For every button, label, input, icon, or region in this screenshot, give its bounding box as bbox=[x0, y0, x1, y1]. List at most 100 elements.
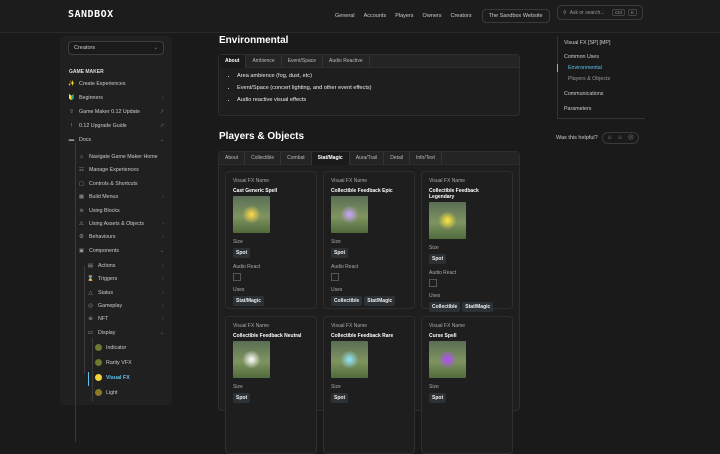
search-input[interactable]: ⚲ Ask or search... Ctrl K bbox=[557, 5, 643, 20]
name-label: Visual FX Name bbox=[429, 323, 466, 329]
component-item-1[interactable]: ⌛ Triggers › bbox=[87, 273, 166, 285]
docs-item-0-icon: ⌂ bbox=[79, 154, 84, 160]
nav-accounts[interactable]: Accounts bbox=[364, 10, 387, 22]
frown-icon[interactable]: ☹ bbox=[628, 135, 634, 141]
size-tag: Spot bbox=[331, 248, 349, 258]
tab-info-text[interactable]: Info/Text bbox=[410, 151, 442, 165]
size-tag: Spot bbox=[429, 393, 447, 403]
display-item-0[interactable]: Indicator bbox=[95, 342, 166, 354]
display-item-3[interactable]: Light bbox=[95, 387, 166, 399]
display-item-1[interactable]: Rarity VFX bbox=[95, 357, 166, 369]
sidebar-item-label: Docs bbox=[79, 137, 92, 143]
sidebar-item-1-icon: 🔰 bbox=[68, 95, 75, 101]
chevron-right-icon: › bbox=[162, 221, 164, 227]
vfx-thumbnail bbox=[331, 196, 368, 233]
kbd-ctrl: Ctrl bbox=[611, 9, 625, 16]
vfx-thumbnail bbox=[429, 341, 466, 378]
tab-audio-reactive[interactable]: Audio Reactive bbox=[323, 54, 370, 68]
chevron-right-icon: › bbox=[162, 289, 164, 296]
toc-players-objects[interactable]: Players & Objects bbox=[568, 76, 610, 82]
chevron-right-icon: › bbox=[162, 263, 164, 269]
toc-common-uses[interactable]: Common Uses bbox=[564, 54, 599, 60]
sidebar-item-2[interactable]: ⇧ Game Maker 0.12 Update ↗ bbox=[68, 106, 166, 118]
docs-item-1[interactable]: ☷ Manage Experiences bbox=[78, 164, 166, 176]
sidebar-item-label: Triggers bbox=[98, 276, 118, 283]
tab-about[interactable]: About bbox=[219, 54, 247, 68]
toc-visual-fx[interactable]: Visual FX [SP] [MP] bbox=[564, 40, 610, 46]
component-item-4[interactable]: ⊕ NFT › bbox=[87, 313, 166, 325]
tab-event-space[interactable]: Event/Space bbox=[282, 54, 324, 68]
audio-react-checkbox[interactable] bbox=[331, 273, 339, 281]
tab-about[interactable]: About bbox=[219, 151, 246, 165]
chevron-right-icon: › bbox=[162, 276, 164, 283]
sidebar-item-label: Behaviours bbox=[89, 234, 116, 241]
neutral-icon[interactable]: ☺ bbox=[617, 135, 623, 141]
sidebar-item-0[interactable]: ✨ Create Experiences bbox=[68, 78, 166, 90]
sidebar-item-label: Using Blocks bbox=[89, 207, 120, 214]
audio-react-checkbox[interactable] bbox=[233, 273, 241, 281]
sandbox-website-button[interactable]: The Sandbox Website bbox=[481, 9, 550, 23]
vfx-thumbnail bbox=[233, 341, 270, 378]
nav-owners[interactable]: Owners bbox=[423, 10, 442, 22]
name-label: Visual FX Name bbox=[331, 178, 368, 184]
nav-creators[interactable]: Creators bbox=[451, 10, 472, 22]
component-item-2[interactable]: △ Status › bbox=[87, 287, 166, 299]
search-placeholder: Ask or search... bbox=[569, 9, 605, 16]
component-item-5[interactable]: ▭ Display ⌄ bbox=[87, 327, 166, 339]
docs-item-2[interactable]: ▢ Controls & Shortcuts bbox=[78, 178, 166, 190]
sandbox-logo[interactable]: SANDBOX bbox=[68, 9, 114, 20]
tree-line bbox=[75, 142, 76, 442]
environmental-tabs: AboutAmbienceEvent/SpaceAudio Reactive A… bbox=[218, 54, 520, 116]
vfx-thumbnail bbox=[233, 196, 270, 233]
docs-item-2-icon: ▢ bbox=[78, 180, 85, 187]
uses-tag: Stat/Magic bbox=[462, 302, 494, 312]
tree-line bbox=[92, 338, 93, 402]
docs-item-6-icon: ⚙ bbox=[79, 234, 84, 241]
nav-general[interactable]: General bbox=[335, 10, 355, 22]
component-item-3[interactable]: ◎ Gameplay › bbox=[87, 300, 166, 312]
audio-react-checkbox[interactable] bbox=[429, 279, 437, 287]
chevron-down-icon: ⌄ bbox=[159, 247, 164, 254]
feedback-widget: Was this helpful? ☺ ☺ ☹ bbox=[556, 132, 639, 144]
docs-item-6[interactable]: ⚙ Behaviours › bbox=[78, 231, 166, 243]
uses-tag: Stat/Magic bbox=[233, 296, 265, 306]
toc-environmental[interactable]: Environmental bbox=[568, 65, 602, 71]
sidebar-item-4[interactable]: ▬ Docs ⌄ bbox=[68, 134, 166, 146]
docs-item-4[interactable]: ≋ Using Blocks bbox=[78, 205, 166, 217]
vfx-name: Collectible Feedback Epic bbox=[331, 188, 393, 194]
component-item-2-icon: △ bbox=[88, 289, 93, 296]
docs-item-3[interactable]: ▦ Build Menus › bbox=[78, 191, 166, 203]
display-item-2[interactable]: Visual FX bbox=[95, 372, 166, 384]
tab-stat-magic[interactable]: Stat/Magic bbox=[311, 151, 350, 165]
size-label: Size bbox=[429, 245, 439, 251]
select-value: Creators bbox=[74, 45, 96, 51]
tab-combat[interactable]: Combat bbox=[281, 151, 312, 165]
sidebar-item-label: Display bbox=[98, 329, 116, 336]
docs-item-5[interactable]: ⚠ Using Assets & Objects › bbox=[78, 218, 166, 230]
tab-collectible[interactable]: Collectible bbox=[245, 151, 282, 165]
component-item-0[interactable]: ▤ Actions › bbox=[87, 260, 166, 272]
sidebar-item-3[interactable]: ! 0.12 Upgrade Guide ↗ bbox=[68, 120, 166, 132]
top-nav: General Accounts Players Owners Creators… bbox=[335, 9, 550, 23]
tab-aura-trail[interactable]: Aura/Trail bbox=[350, 151, 385, 165]
sidebar-item-label: Game Maker 0.12 Update bbox=[79, 109, 140, 115]
chevron-down-icon: ⌄ bbox=[159, 137, 164, 143]
docs-item-1-icon: ☷ bbox=[79, 167, 84, 174]
nav-players[interactable]: Players bbox=[395, 10, 413, 22]
sidebar-item-1[interactable]: 🔰 Beginners › bbox=[68, 92, 166, 104]
toc-parameters[interactable]: Parameters bbox=[564, 106, 591, 112]
smile-icon[interactable]: ☺ bbox=[607, 135, 613, 141]
display-item-3-icon bbox=[95, 388, 102, 398]
tab-ambience[interactable]: Ambience bbox=[246, 54, 282, 68]
docs-item-7[interactable]: ▣ Components ⌄ bbox=[78, 245, 166, 257]
toc-communications[interactable]: Communications bbox=[564, 91, 603, 97]
tab-detail[interactable]: Detail bbox=[384, 151, 410, 165]
space-select[interactable]: Creators ⌄ bbox=[68, 41, 164, 55]
docs-item-5-icon: ⚠ bbox=[79, 221, 84, 227]
sidebar-item-label: 0.12 Upgrade Guide bbox=[79, 123, 127, 129]
docs-item-0[interactable]: ⌂ Navigate Game Maker Home bbox=[78, 151, 166, 163]
sidebar-item-label: Manage Experiences bbox=[89, 167, 139, 174]
vfx-thumbnail bbox=[331, 341, 368, 378]
vfx-card: Visual FX Name Collectible Feedback Rare S… bbox=[323, 316, 415, 454]
sidebar-item-label: Build Menus bbox=[89, 194, 119, 201]
